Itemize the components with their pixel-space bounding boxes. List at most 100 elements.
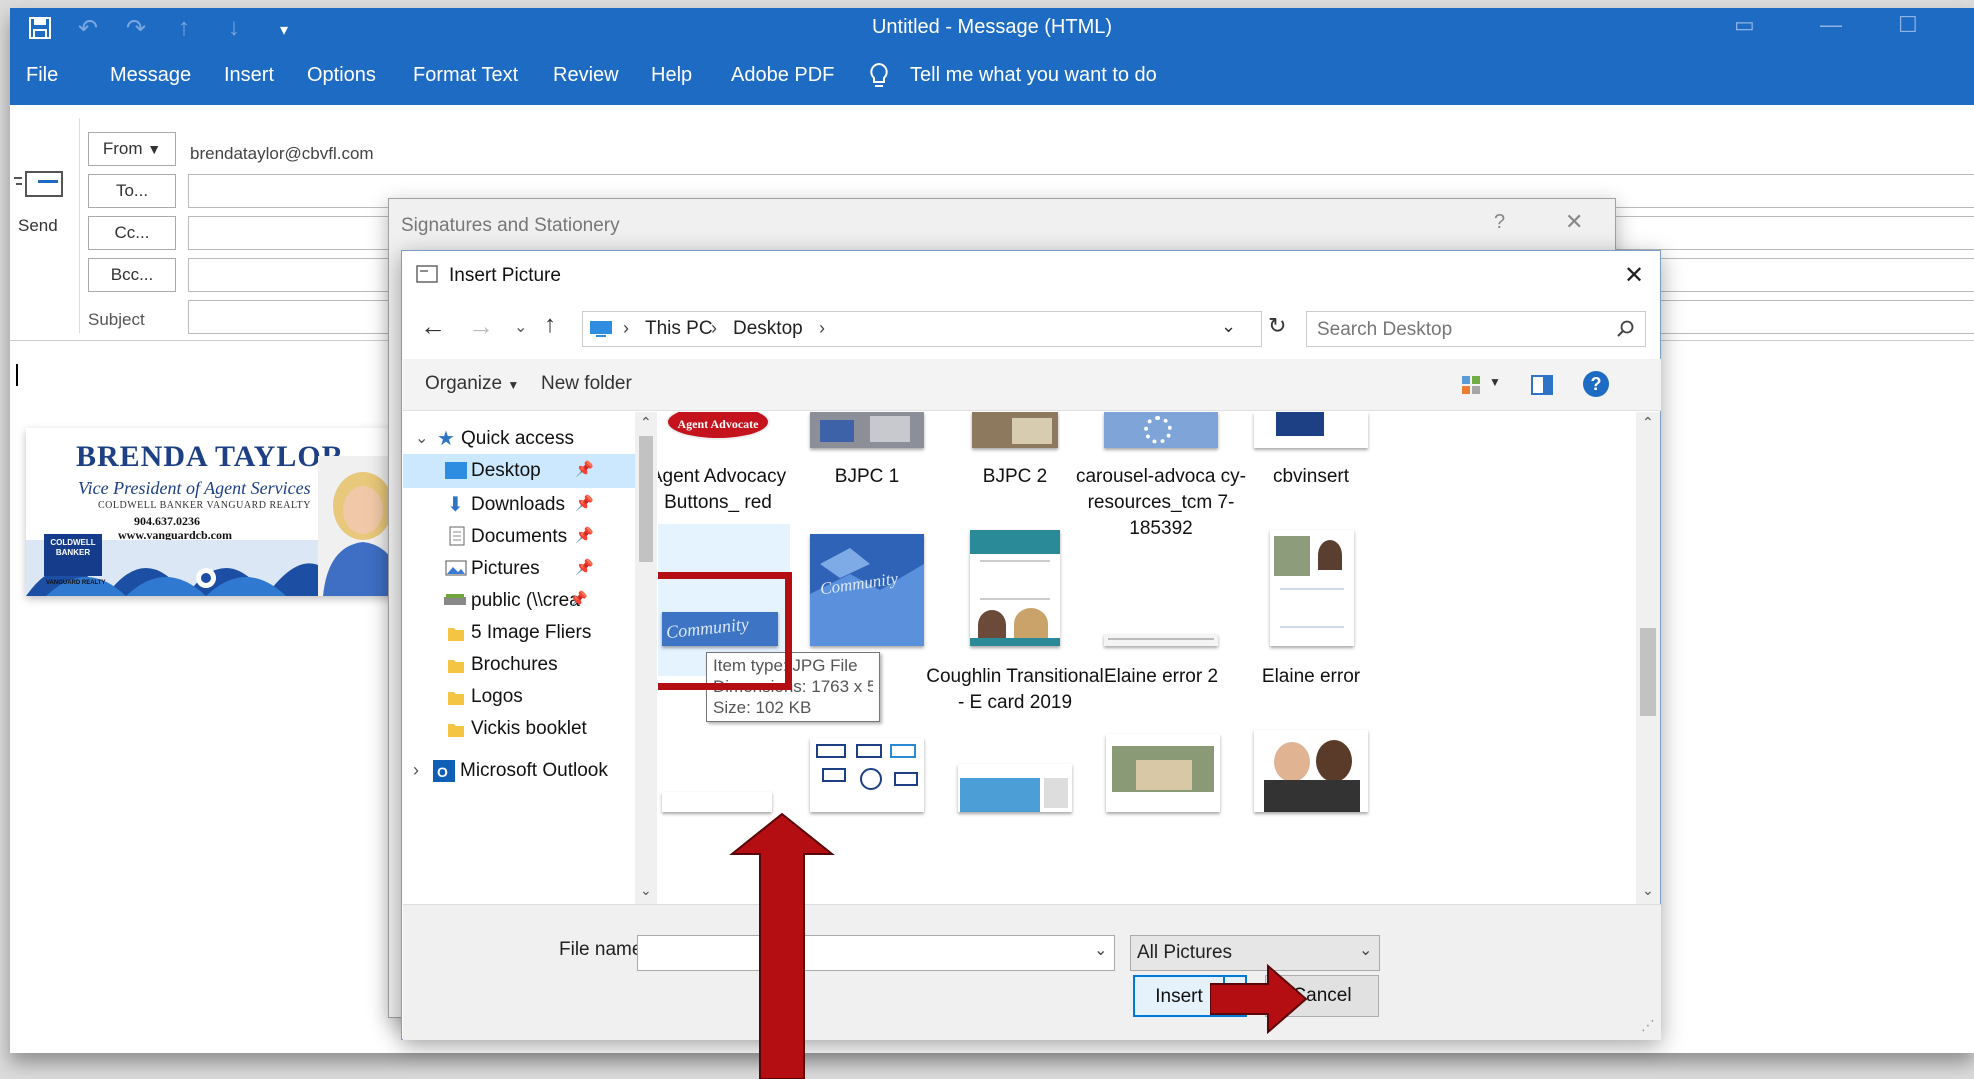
scroll-down-icon[interactable]: ⌄ bbox=[640, 882, 652, 899]
file-thumb-carousel[interactable] bbox=[1104, 412, 1218, 448]
thumb-detail bbox=[1044, 778, 1068, 808]
tab-insert[interactable]: Insert bbox=[224, 64, 274, 87]
file-name-elaine-error[interactable]: Elaine error bbox=[1221, 664, 1401, 690]
nav-brochures[interactable]: Brochures bbox=[471, 654, 558, 676]
expand-quick-access-icon[interactable]: ⌄ bbox=[415, 428, 428, 448]
expand-outlook-icon[interactable]: › bbox=[413, 760, 419, 781]
tell-me-search[interactable]: Tell me what you want to do bbox=[910, 64, 1157, 87]
ribbon-display-icon[interactable]: ▭ bbox=[1734, 12, 1755, 38]
send-button[interactable]: Send bbox=[10, 118, 80, 333]
tab-adobe-pdf[interactable]: Adobe PDF bbox=[731, 64, 834, 87]
organize-button[interactable]: Organize ▼ bbox=[425, 373, 519, 395]
file-thumb-couple[interactable] bbox=[1254, 730, 1368, 812]
nav-pictures[interactable]: Pictures bbox=[471, 558, 540, 580]
breadcrumb-desktop[interactable]: Desktop bbox=[733, 318, 803, 340]
file-thumb-cbv-logos[interactable] bbox=[810, 738, 924, 812]
breadcrumb-separator-icon: › bbox=[711, 318, 717, 338]
file-list-scrollbar[interactable]: ⌃ ⌄ bbox=[1636, 412, 1660, 904]
file-thumb-elaine-error-2[interactable] bbox=[1104, 634, 1218, 646]
breadcrumb-separator-icon: › bbox=[819, 318, 825, 338]
quick-access-star-icon: ★ bbox=[437, 428, 455, 450]
thumb-detail bbox=[856, 744, 882, 758]
nav-documents[interactable]: Documents bbox=[471, 526, 567, 548]
file-scroll-thumb[interactable] bbox=[1640, 628, 1656, 716]
scroll-up-icon[interactable]: ⌃ bbox=[1642, 414, 1654, 431]
nav-public-share[interactable]: public (\\crea bbox=[471, 590, 580, 612]
file-thumb-row3-1[interactable] bbox=[662, 792, 772, 812]
address-dropdown-chevron-icon[interactable]: ⌄ bbox=[1221, 316, 1236, 337]
pin-icon: 📌 bbox=[575, 495, 594, 512]
resize-grip-icon[interactable]: ⋰ bbox=[1641, 1017, 1655, 1034]
nav-vickis-booklet[interactable]: Vickis booklet bbox=[471, 718, 587, 740]
nav-5-image-fliers[interactable]: 5 Image Fliers bbox=[471, 622, 591, 644]
thumb-detail bbox=[820, 420, 854, 442]
maximize-icon[interactable]: ☐ bbox=[1898, 12, 1918, 38]
file-thumb-coughlin[interactable] bbox=[970, 530, 1060, 646]
nav-logos[interactable]: Logos bbox=[471, 686, 523, 708]
address-bar[interactable]: › This PC › Desktop › ⌄ bbox=[582, 311, 1262, 347]
forward-arrow-icon[interactable]: → bbox=[468, 311, 494, 342]
insert-picture-close-button[interactable]: ✕ bbox=[1624, 261, 1644, 290]
view-options-icon[interactable] bbox=[1461, 375, 1481, 395]
organize-label: Organize bbox=[425, 373, 503, 394]
breadcrumb-this-pc[interactable]: This PC bbox=[645, 318, 713, 340]
nav-microsoft-outlook[interactable]: Microsoft Outlook bbox=[460, 760, 608, 782]
nav-scrollbar[interactable]: ⌃ ⌄ bbox=[635, 412, 657, 904]
tab-options[interactable]: Options bbox=[307, 64, 376, 87]
tab-file[interactable]: File bbox=[26, 64, 58, 87]
file-thumb-bjpc-1[interactable] bbox=[810, 412, 924, 448]
view-dropdown-chevron-icon[interactable]: ▼ bbox=[1489, 375, 1501, 389]
file-thumb-house[interactable] bbox=[1106, 734, 1220, 812]
recent-locations-chevron-icon[interactable]: ⌄ bbox=[514, 317, 527, 337]
subject-label: Subject bbox=[88, 310, 145, 329]
file-type-chevron-icon[interactable]: ⌄ bbox=[1359, 940, 1372, 960]
pin-icon: 📌 bbox=[569, 591, 588, 608]
minimize-icon[interactable]: — bbox=[1820, 12, 1842, 38]
file-name-label: File name: bbox=[559, 939, 648, 960]
up-arrow-icon[interactable]: ↑ bbox=[544, 311, 556, 339]
thumb-detail bbox=[1318, 540, 1342, 570]
navigation-pane: ⌄ ★ Quick access Desktop 📌 ⬇ Downloads 📌… bbox=[403, 412, 655, 904]
nav-quick-access[interactable]: Quick access bbox=[461, 428, 574, 450]
file-name-dropdown-chevron-icon[interactable]: ⌄ bbox=[1094, 940, 1107, 960]
preview-pane-icon[interactable] bbox=[1531, 375, 1553, 395]
file-name-input[interactable]: ⌄ bbox=[637, 935, 1115, 971]
puzzle-graphic: Community bbox=[810, 548, 924, 646]
cc-button[interactable]: Cc... bbox=[88, 216, 176, 250]
search-desktop-input[interactable]: Search Desktop bbox=[1306, 311, 1646, 347]
annotation-arrow-up bbox=[729, 812, 835, 1079]
nav-downloads[interactable]: Downloads bbox=[471, 494, 565, 516]
file-name-cbvinsert[interactable]: cbvinsert bbox=[1221, 464, 1401, 490]
tab-review[interactable]: Review bbox=[553, 64, 619, 87]
file-thumb-community-1[interactable]: Community bbox=[810, 534, 924, 646]
scroll-up-icon[interactable]: ⌃ bbox=[640, 414, 652, 431]
signatures-close-button[interactable]: ✕ bbox=[1565, 209, 1583, 235]
nav-item-desktop[interactable]: Desktop 📌 bbox=[403, 454, 635, 488]
insert-button-label: Insert bbox=[1155, 986, 1203, 1007]
file-type-value: All Pictures bbox=[1137, 942, 1233, 963]
help-icon[interactable]: ? bbox=[1583, 371, 1609, 397]
insert-picture-title: Insert Picture bbox=[449, 265, 561, 286]
thumb-detail bbox=[816, 744, 846, 758]
tab-message[interactable]: Message bbox=[110, 64, 191, 87]
from-button[interactable]: From ▼ bbox=[88, 132, 176, 166]
tab-help[interactable]: Help bbox=[651, 64, 692, 87]
thumb-detail bbox=[1012, 418, 1052, 444]
back-arrow-icon[interactable]: ← bbox=[420, 311, 446, 342]
file-thumb-listing[interactable] bbox=[958, 764, 1072, 812]
file-thumb-agent-advocacy[interactable]: Agent Advocate bbox=[662, 412, 774, 448]
scroll-down-icon[interactable]: ⌄ bbox=[1642, 882, 1654, 899]
new-folder-button[interactable]: New folder bbox=[541, 373, 632, 395]
title-bar: ↶ ↷ ↑ ↓ ▾ Untitled - Message (HTML) ▭ — … bbox=[10, 8, 1974, 48]
refresh-icon[interactable]: ↻ bbox=[1268, 313, 1286, 339]
signatures-help-button[interactable]: ? bbox=[1494, 211, 1505, 234]
file-thumb-elaine-error[interactable] bbox=[1270, 530, 1354, 646]
nav-scroll-thumb[interactable] bbox=[639, 436, 653, 562]
file-thumb-cbvinsert[interactable] bbox=[1254, 412, 1368, 448]
file-thumb-bjpc-2[interactable] bbox=[972, 412, 1058, 448]
window-title: Untitled - Message (HTML) bbox=[871, 16, 1113, 38]
nav-desktop-label: Desktop bbox=[471, 460, 541, 481]
tab-format-text[interactable]: Format Text bbox=[413, 64, 518, 87]
to-button[interactable]: To... bbox=[88, 174, 176, 208]
bcc-button[interactable]: Bcc... bbox=[88, 258, 176, 292]
